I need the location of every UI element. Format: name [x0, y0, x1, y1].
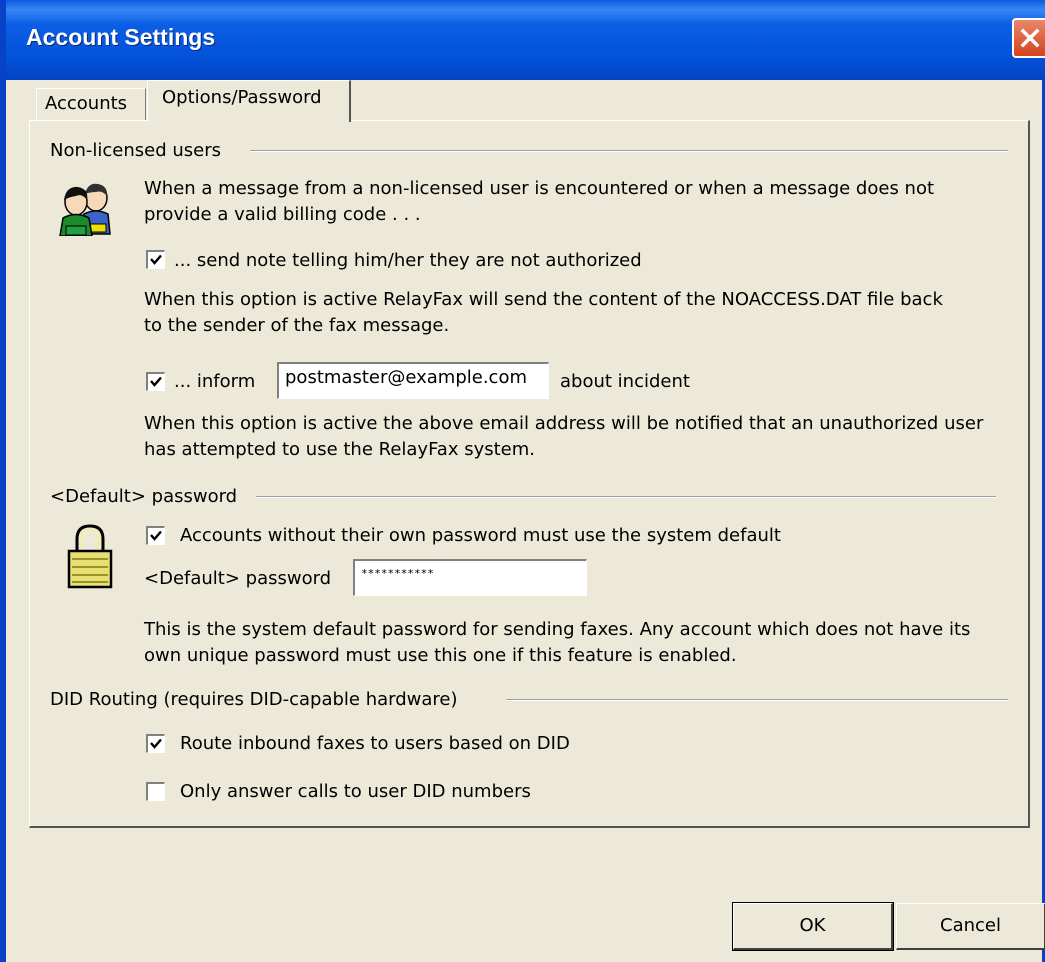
checkmark-icon — [150, 254, 162, 265]
lock-icon — [67, 524, 113, 589]
window-title: Account Settings — [26, 24, 216, 50]
group-separator — [256, 496, 996, 498]
inform-label[interactable]: ... inform — [174, 371, 255, 392]
inform-desc-line2: has attempted to use the RelayFax system… — [144, 439, 535, 460]
users-icon — [59, 183, 111, 236]
group-label-default-password: <Default> password — [50, 486, 238, 507]
checkmark-icon — [150, 738, 162, 749]
checkmark-icon — [150, 376, 162, 387]
group-label-did-routing: DID Routing (requires DID-capable hardwa… — [50, 689, 458, 710]
inform-email-input[interactable]: postmaster@example.com — [277, 362, 549, 399]
ok-button[interactable]: OK — [732, 902, 894, 951]
send-note-label[interactable]: ... send note telling him/her they are n… — [174, 250, 642, 271]
group-label-non-licensed: Non-licensed users — [50, 140, 221, 161]
close-button[interactable] — [1012, 18, 1045, 58]
route-inbound-label[interactable]: Route inbound faxes to users based on DI… — [180, 733, 570, 754]
non-licensed-intro-line1: When a message from a non-licensed user … — [144, 178, 935, 199]
close-icon — [1020, 28, 1040, 48]
non-licensed-intro-line2: provide a valid billing code . . . — [144, 204, 421, 225]
cancel-button[interactable]: Cancel — [896, 903, 1045, 950]
only-answer-label[interactable]: Only answer calls to user DID numbers — [180, 781, 531, 802]
require-default-password-label[interactable]: Accounts without their own password must… — [180, 525, 781, 546]
route-inbound-checkbox[interactable] — [146, 734, 165, 753]
send-note-desc-line2: to the sender of the fax message. — [144, 315, 450, 336]
default-password-field-label: <Default> password — [144, 568, 332, 589]
group-separator — [506, 699, 1008, 701]
only-answer-checkbox[interactable] — [146, 782, 165, 801]
checkmark-icon — [150, 530, 162, 541]
group-separator — [250, 150, 1008, 152]
account-settings-window: Account Settings Accounts Options/Passwo… — [0, 0, 1045, 962]
default-password-desc-line1: This is the system default password for … — [144, 619, 971, 640]
require-default-password-checkbox[interactable] — [146, 526, 165, 545]
default-password-input[interactable]: *********** — [353, 559, 587, 596]
send-note-checkbox[interactable] — [146, 250, 165, 269]
default-password-desc-line2: own unique password must use this one if… — [144, 645, 737, 666]
inform-suffix-label: about incident — [560, 371, 690, 392]
send-note-desc-line1: When this option is active RelayFax will… — [144, 289, 943, 310]
tab-options-password[interactable]: Options/Password — [147, 80, 351, 122]
inform-desc-line1: When this option is active the above ema… — [144, 413, 984, 434]
inform-checkbox[interactable] — [146, 372, 165, 391]
title-bar[interactable]: Account Settings — [6, 0, 1045, 80]
tab-accounts[interactable]: Accounts — [36, 88, 146, 120]
